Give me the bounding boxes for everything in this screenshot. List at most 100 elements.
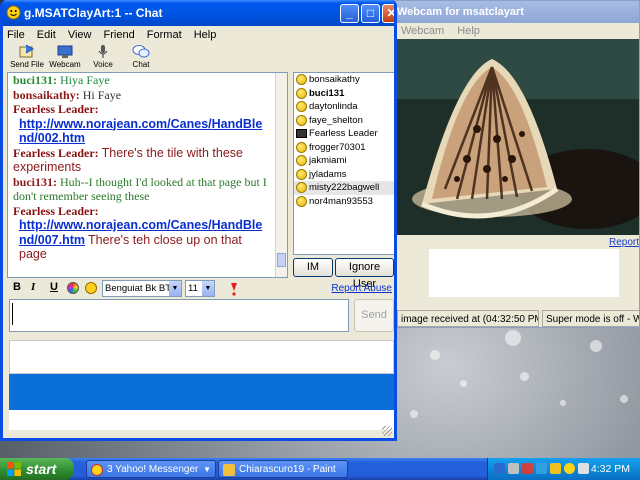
report-abuse-link[interactable]: Report Abuse bbox=[331, 283, 392, 294]
message-sender: buci131: bbox=[13, 73, 58, 87]
user-list-item-selected[interactable]: misty222bagwell bbox=[294, 181, 394, 195]
tray-network-icon[interactable] bbox=[494, 463, 505, 474]
snowflake bbox=[505, 330, 521, 346]
webcam-status-supermode[interactable]: Super mode is off - What bbox=[542, 310, 639, 327]
menu-webcam[interactable]: Webcam bbox=[401, 25, 444, 37]
italic-button[interactable]: I bbox=[31, 281, 35, 293]
send-file-button[interactable]: Send File bbox=[7, 44, 47, 69]
smiley-icon bbox=[296, 155, 307, 166]
font-family-select[interactable]: Benguiat Bk BT ▼ bbox=[102, 280, 182, 297]
chat-window[interactable]: g.MSATClayArt:1 -- Chat _ □ ✕ File Edit … bbox=[0, 0, 397, 441]
webcam-titlebar[interactable]: Webcam for msatclayart bbox=[389, 1, 639, 23]
snowflake bbox=[410, 410, 418, 418]
webcam-label: Webcam bbox=[49, 60, 81, 69]
menu-edit[interactable]: Edit bbox=[37, 29, 56, 41]
menu-friend[interactable]: Friend bbox=[104, 29, 135, 41]
tray-app-icon[interactable] bbox=[550, 463, 561, 474]
close-button[interactable]: ✕ bbox=[382, 4, 394, 23]
taskbar-item-yahoo-messenger[interactable]: 3 Yahoo! Messenger ▼ bbox=[86, 460, 216, 478]
system-tray: 4:32 PM bbox=[487, 458, 640, 480]
snowflake bbox=[430, 350, 440, 360]
chevron-down-icon: ▼ bbox=[169, 281, 181, 296]
message-link[interactable]: http://www.norajean.com/Canes/HandBle bbox=[19, 218, 262, 232]
user-list-item[interactable]: Fearless Leader bbox=[294, 127, 394, 141]
menu-format[interactable]: Format bbox=[147, 29, 182, 41]
voice-button[interactable]: Voice bbox=[83, 44, 123, 69]
taskbar-item-paint[interactable]: Chiarascuro19 - Paint bbox=[218, 460, 348, 478]
menu-file[interactable]: File bbox=[7, 29, 25, 41]
user-list-item[interactable]: frogger70301 bbox=[294, 141, 394, 155]
webcam-report-link[interactable]: Report bbox=[609, 237, 639, 248]
user-list-item[interactable]: nor4man93553 bbox=[294, 195, 394, 209]
webcam-button[interactable]: Webcam bbox=[45, 44, 85, 69]
chat-button[interactable]: Chat bbox=[121, 44, 161, 69]
send-file-icon bbox=[19, 44, 35, 58]
start-label: start bbox=[26, 461, 57, 477]
user-name: misty222bagwell bbox=[309, 182, 380, 193]
maximize-button[interactable]: □ bbox=[361, 4, 380, 23]
start-button[interactable]: start bbox=[0, 458, 74, 480]
chat-label: Chat bbox=[132, 60, 150, 69]
menu-help[interactable]: Help bbox=[457, 25, 480, 37]
message-sender: Fearless Leader: bbox=[13, 102, 99, 116]
tray-antivirus-icon[interactable] bbox=[522, 463, 533, 474]
font-family-value: Benguiat Bk BT bbox=[105, 283, 172, 294]
resize-grip[interactable] bbox=[382, 426, 392, 436]
menu-help[interactable]: Help bbox=[194, 29, 217, 41]
user-list-item[interactable]: faye_shelton bbox=[294, 114, 394, 128]
user-list-item[interactable]: daytonlinda bbox=[294, 100, 394, 114]
message-scrollbar[interactable] bbox=[275, 73, 287, 277]
ignore-user-button[interactable]: Ignore User bbox=[335, 258, 394, 290]
message-link[interactable]: nd/002.htm bbox=[19, 131, 85, 145]
color-palette-icon[interactable] bbox=[67, 282, 79, 294]
emoticon-icon[interactable] bbox=[85, 282, 97, 294]
chat-menubar: File Edit View Friend Format Help bbox=[3, 26, 394, 44]
webcam-info-panel bbox=[429, 249, 619, 297]
tray-volume-icon[interactable] bbox=[578, 463, 589, 474]
lower-panel-top bbox=[9, 340, 394, 374]
taskbar-item-label: Chiarascuro19 - Paint bbox=[239, 464, 336, 475]
user-list-item[interactable]: bonsaikathy bbox=[294, 73, 394, 87]
tray-yahoo-icon[interactable] bbox=[564, 463, 575, 474]
snowflake bbox=[620, 395, 628, 403]
chat-toolbar: Send File Webcam Voice Chat bbox=[3, 44, 394, 71]
font-size-value: 11 bbox=[188, 283, 198, 294]
user-list-item[interactable]: jyladams bbox=[294, 168, 394, 182]
tray-app-icon[interactable] bbox=[508, 463, 519, 474]
user-list-item[interactable]: buci131 bbox=[294, 87, 394, 101]
chat-message-pane[interactable]: buci131: Hiya Faye bonsaikathy: Hi Faye … bbox=[7, 72, 288, 278]
webcam-window-title: Webcam for msatclayart bbox=[397, 6, 524, 18]
message-input[interactable] bbox=[9, 299, 349, 332]
webcam-statusbar: image received at (04:32:50 PM) Super mo… bbox=[397, 309, 639, 327]
webcam-window[interactable]: Webcam for msatclayart Webcam Help Repor… bbox=[388, 0, 640, 328]
im-button[interactable]: IM bbox=[293, 258, 333, 277]
message-link[interactable]: nd/007.htm bbox=[19, 233, 85, 247]
yahoo-icon bbox=[91, 464, 103, 476]
message: buci131: Huh--I thought I'd looked at th… bbox=[13, 175, 273, 204]
webcam-video-frame bbox=[397, 39, 639, 235]
chat-titlebar[interactable]: g.MSATClayArt:1 -- Chat _ □ ✕ bbox=[3, 0, 394, 26]
lower-panel-bottom bbox=[9, 410, 394, 430]
message-sender: buci131: bbox=[13, 174, 58, 189]
user-list-item[interactable]: jakmiami bbox=[294, 154, 394, 168]
imvironment-icon[interactable] bbox=[229, 282, 239, 296]
smiley-icon bbox=[296, 168, 307, 180]
message-sender: Fearless Leader: bbox=[13, 145, 99, 160]
taskbar-item-label: 3 Yahoo! Messenger bbox=[107, 464, 199, 475]
font-size-select[interactable]: 11 ▼ bbox=[185, 280, 215, 297]
underline-button[interactable]: U bbox=[50, 281, 58, 293]
tray-app-icon[interactable] bbox=[536, 463, 547, 474]
smiley-icon bbox=[296, 101, 307, 112]
chevron-down-icon: ▼ bbox=[202, 281, 214, 296]
message-link[interactable]: http://www.norajean.com/Canes/HandBle bbox=[19, 117, 262, 131]
send-button[interactable]: Send bbox=[354, 299, 394, 332]
user-list[interactable]: bonsaikathy buci131 daytonlinda faye_she… bbox=[293, 72, 394, 255]
scrollbar-thumb[interactable] bbox=[277, 253, 286, 267]
bold-button[interactable]: B bbox=[13, 281, 21, 293]
menu-view[interactable]: View bbox=[68, 29, 92, 41]
smiley-icon bbox=[296, 87, 307, 99]
smiley-icon bbox=[296, 195, 307, 207]
minimize-button[interactable]: _ bbox=[340, 4, 359, 23]
paint-icon bbox=[223, 464, 235, 476]
user-name: Fearless Leader bbox=[309, 128, 378, 139]
